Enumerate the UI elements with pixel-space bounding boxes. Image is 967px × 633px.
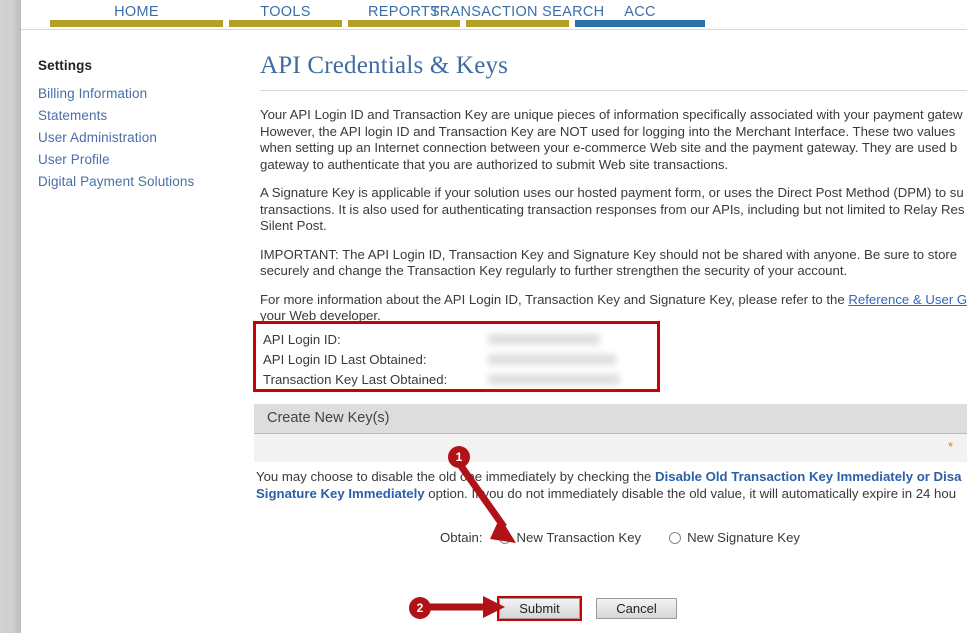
create-new-keys-subheader: *: [254, 434, 967, 462]
radio-circle-new-signature-key[interactable]: [669, 531, 682, 544]
signature-key-paragraph: A Signature Key is applicable if your so…: [260, 185, 967, 235]
nav-tab-list: HOME TOOLS REPORTS TRANSACTION SEARCH AC…: [21, 0, 967, 30]
top-navigation-bar: HOME TOOLS REPORTS TRANSACTION SEARCH AC…: [21, 0, 967, 30]
nav-tab-reports-underline: [348, 20, 460, 27]
form-action-buttons: Submit Cancel: [497, 596, 677, 621]
nav-tab-tools[interactable]: TOOLS: [229, 0, 342, 30]
obtain-label: Obtain:: [440, 530, 483, 545]
sidebar-item-user-profile[interactable]: User Profile: [38, 149, 253, 171]
credential-row-api-login-id: API Login ID:: [263, 329, 657, 349]
transaction-key-last-obtained-value-redacted: [488, 373, 620, 385]
reference-user-guide-link[interactable]: Reference & User G: [848, 292, 967, 307]
radio-option-new-signature-key[interactable]: New Signature Key: [669, 530, 800, 545]
obtain-radio-group: Obtain: New Transaction Key New Signatur…: [440, 530, 828, 545]
note-emphasis-1: Disable Old Transaction Key Immediately …: [655, 469, 962, 484]
sidebar-title: Settings: [38, 58, 93, 73]
annotation-badge-2: 2: [409, 597, 431, 619]
transaction-key-last-obtained-label: Transaction Key Last Obtained:: [263, 371, 448, 387]
page-title: API Credentials & Keys: [260, 52, 509, 79]
submit-button[interactable]: Submit: [499, 598, 580, 619]
radio-option-new-transaction-key[interactable]: New Transaction Key: [498, 530, 642, 545]
api-credentials-rows: API Login ID: API Login ID Last Obtained…: [256, 324, 657, 389]
api-login-id-value-redacted: [488, 333, 600, 345]
note-emphasis-2: Signature Key Immediately: [256, 486, 425, 501]
nav-tab-account-underline: [575, 20, 705, 27]
api-login-id-last-obtained-label: API Login ID Last Obtained:: [263, 351, 427, 367]
annotation-badge-1: 1: [448, 446, 470, 468]
note-line-1-text: You may choose to disable the old one im…: [256, 469, 656, 484]
note-line-2-text: option. If you do not immediately disabl…: [424, 486, 957, 501]
create-new-keys-label: Create New Key(s): [267, 410, 390, 426]
nav-tab-tools-underline: [229, 20, 342, 27]
more-info-line-1: For more information about the API Login…: [260, 292, 967, 309]
intro-line-3: when setting up an Internet connection b…: [260, 140, 958, 155]
nav-tab-home-underline: [50, 20, 223, 27]
cancel-button[interactable]: Cancel: [596, 598, 677, 619]
left-gutter-strip: [0, 0, 21, 633]
api-login-id-label: API Login ID:: [263, 331, 341, 347]
signature-line-1: A Signature Key is applicable if your so…: [260, 185, 964, 200]
sidebar-item-digital-payment-solutions[interactable]: Digital Payment Solutions: [38, 171, 253, 193]
intro-paragraph: Your API Login ID and Transaction Key ar…: [260, 107, 967, 173]
settings-sidebar: Settings Billing Information Statements …: [38, 58, 253, 193]
sidebar-item-billing-information[interactable]: Billing Information: [38, 83, 253, 105]
nav-tab-home[interactable]: HOME: [50, 0, 223, 30]
nav-tab-account-label: ACC: [624, 4, 656, 20]
api-credentials-box: API Login ID: API Login ID Last Obtained…: [253, 321, 660, 392]
important-paragraph: IMPORTANT: The API Login ID, Transaction…: [260, 247, 967, 280]
title-divider: [260, 90, 967, 91]
more-info-text: For more information about the API Login…: [260, 291, 849, 307]
signature-line-3: Silent Post.: [260, 218, 327, 233]
nav-tab-account[interactable]: ACC: [575, 0, 705, 30]
nav-tab-transaction-search-underline: [466, 20, 569, 27]
note-line-1: You may choose to disable the old one im…: [256, 468, 967, 485]
signature-line-2: transactions. It is also used for authen…: [260, 201, 965, 217]
credential-row-transaction-key-last-obtained: Transaction Key Last Obtained:: [263, 369, 657, 389]
credential-row-api-login-id-last-obtained: API Login ID Last Obtained:: [263, 349, 657, 369]
radio-label-new-transaction-key: New Transaction Key: [516, 530, 642, 545]
disable-old-key-note: You may choose to disable the old one im…: [256, 468, 967, 502]
radio-circle-new-transaction-key[interactable]: [498, 531, 511, 544]
note-line-2: Signature Key Immediately option. If you…: [256, 485, 967, 502]
sidebar-item-user-administration[interactable]: User Administration: [38, 127, 253, 149]
main-content: API Credentials & Keys Your API Login ID…: [260, 52, 967, 337]
required-field-asterisk: *: [947, 439, 953, 454]
nav-tab-tools-label: TOOLS: [260, 4, 311, 20]
radio-label-new-signature-key: New Signature Key: [687, 530, 801, 545]
intro-line-2: However, the API login ID and Transactio…: [260, 123, 956, 139]
important-line-2: securely and change the Transaction Key …: [260, 263, 848, 278]
nav-tab-transaction-search[interactable]: TRANSACTION SEARCH: [431, 0, 604, 30]
important-line-1: IMPORTANT: The API Login ID, Transaction…: [260, 246, 958, 262]
intro-line-4: gateway to authenticate that you are aut…: [260, 156, 729, 172]
sidebar-item-statements[interactable]: Statements: [38, 105, 253, 127]
nav-tab-reports-label: REPORTS: [368, 4, 440, 20]
nav-tab-home-label: HOME: [114, 4, 159, 20]
api-login-id-last-obtained-value-redacted: [488, 353, 616, 365]
submit-button-highlight: Submit: [497, 596, 582, 621]
intro-line-1: Your API Login ID and Transaction Key ar…: [260, 107, 963, 122]
create-new-keys-section-header: Create New Key(s): [254, 404, 967, 434]
more-info-paragraph: For more information about the API Login…: [260, 292, 967, 325]
